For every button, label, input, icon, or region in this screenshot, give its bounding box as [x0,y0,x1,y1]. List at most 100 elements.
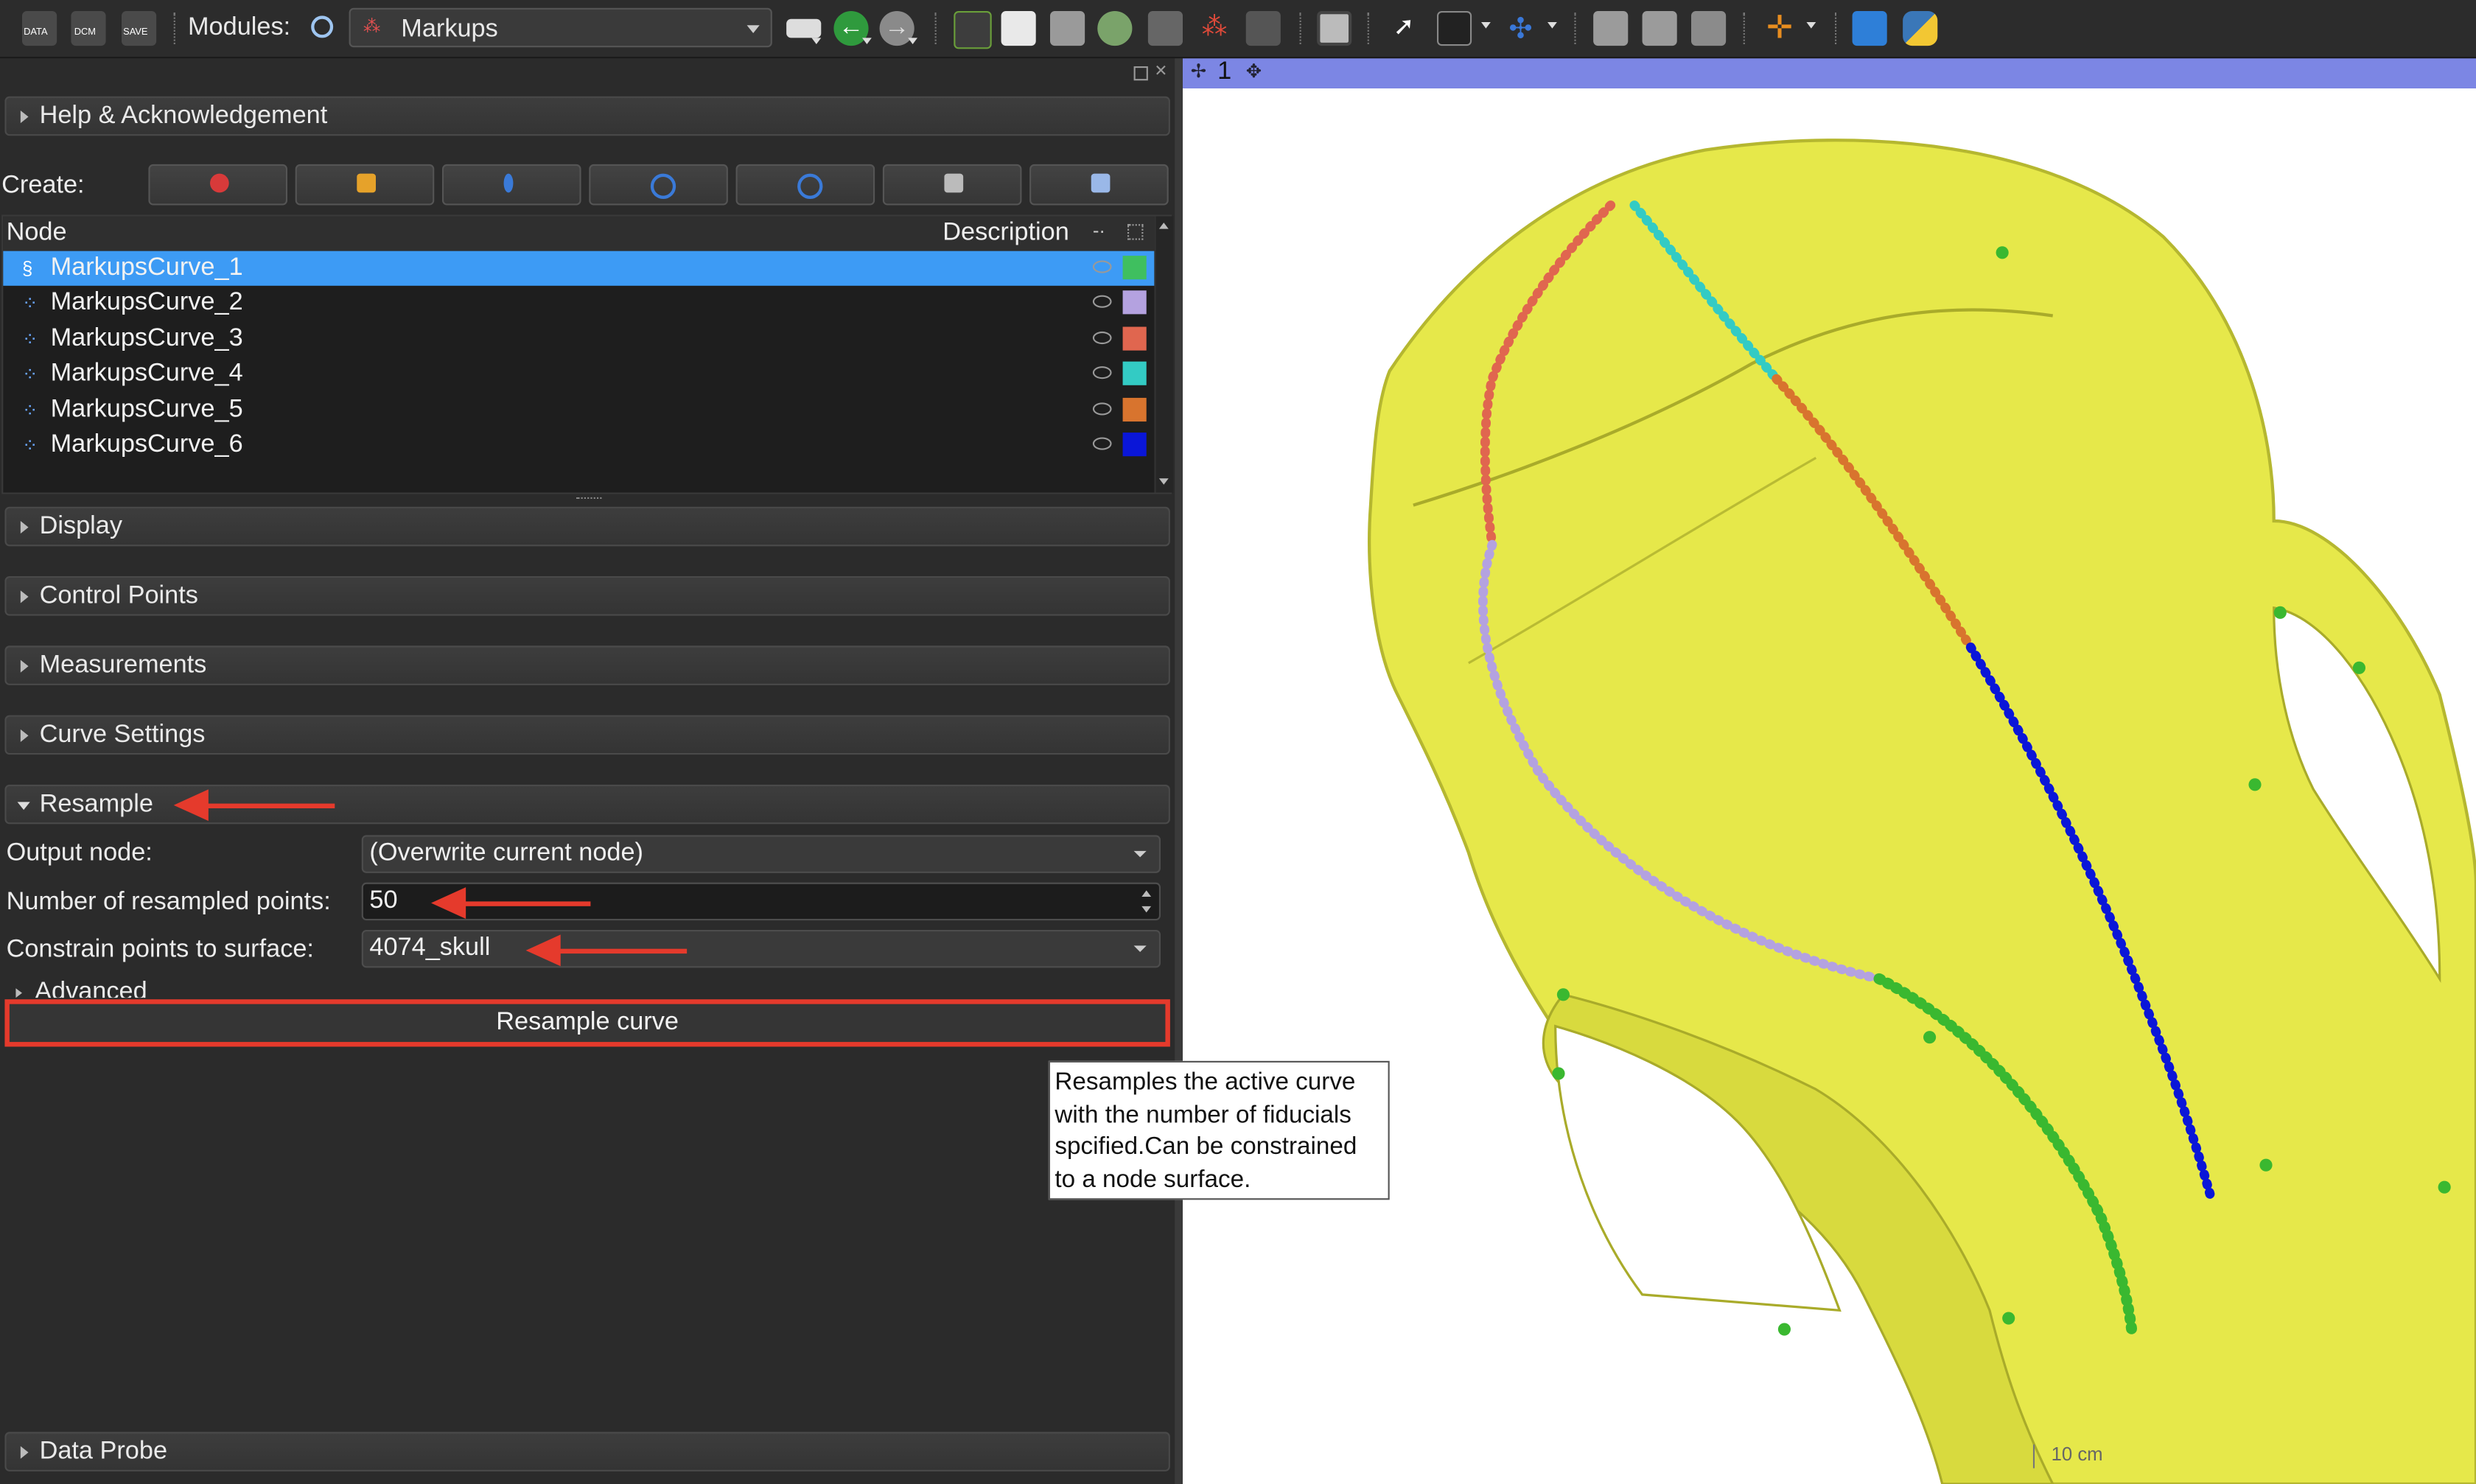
close-icon[interactable]: ✕ [1154,63,1167,81]
output-node-select[interactable]: (Overwrite current node) [361,835,1161,873]
extension-manager-icon[interactable] [1852,10,1887,46]
table-row[interactable]: § MarkupsCurve_1 [3,251,1155,286]
create-angle-button[interactable] [442,164,581,206]
create-roi-button[interactable] [1029,164,1169,206]
undock-icon[interactable] [1133,66,1148,81]
color-swatch[interactable] [1122,256,1147,280]
table-row[interactable]: ⁘ MarkupsCurve_3 [3,322,1154,357]
module-selector[interactable]: ⁂ Markups [349,7,772,48]
chevron-down-icon[interactable] [1806,21,1816,29]
table-row[interactable]: ⁘ MarkupsCurve_2 [3,287,1154,321]
save-icon[interactable]: SAVE [122,10,157,46]
spin-up-icon[interactable] [1141,890,1152,897]
module-list-icon[interactable] [786,18,822,38]
node-table-scrollbar[interactable] [1154,216,1174,493]
pin-icon[interactable]: ✢ [1191,60,1207,82]
chevron-down-icon[interactable] [811,38,822,44]
chevron-down-icon[interactable] [862,38,872,44]
landmark-point [1556,988,1570,1001]
models-module-icon[interactable] [1050,10,1085,46]
create-closed-curve-button[interactable] [735,164,875,206]
color-swatch[interactable] [1122,433,1147,457]
panel-splitter[interactable] [1175,58,1183,1484]
dicom-icon[interactable]: DCM [71,10,106,46]
display-section[interactable]: Display [4,506,1170,547]
table-row[interactable]: ⁘ MarkupsCurve_5 [3,393,1154,427]
table-resize-handle[interactable] [576,497,602,502]
3d-view[interactable]: 10 cm [1183,88,2476,1484]
layout-icon[interactable] [1593,10,1629,46]
resample-curve-button[interactable]: Resample curve [4,999,1170,1047]
chevron-down-icon[interactable] [908,38,917,44]
data-module-icon[interactable] [954,10,992,49]
expand-arrow-icon [20,110,29,124]
color-swatch[interactable] [1122,291,1147,315]
control-points-section[interactable]: Control Points [4,576,1170,616]
eye-icon[interactable] [1092,402,1112,415]
create-point-list-button[interactable] [148,164,287,206]
spin-down-icon[interactable] [1141,906,1152,913]
node-name: MarkupsCurve_5 [50,395,243,423]
color-column-icon[interactable] [1127,224,1144,240]
data-probe-section[interactable]: Data Probe [4,1432,1170,1471]
main-toolbar: DATA DCM SAVE Modules: ⁂ Markups ← → ⁂ ➚… [0,0,2476,59]
eye-icon[interactable] [1092,437,1112,450]
scroll-up-icon[interactable] [1158,223,1169,229]
chevron-down-icon[interactable] [1548,21,1557,29]
measurements-section[interactable]: Measurements [4,645,1170,685]
scene-views-icon[interactable] [1691,10,1727,46]
toolbar-separator [1835,13,1839,44]
curve-icon: ⁘ [22,434,38,457]
create-plane-button[interactable] [882,164,1022,206]
create-line-button[interactable] [295,164,435,206]
volumes-module-icon[interactable] [1001,10,1036,46]
skull-render[interactable] [1183,88,2476,1484]
view-controller-bar[interactable]: ✢ 1 ✥ [1183,58,2476,88]
node-column-header[interactable]: Node [7,220,67,248]
collapse-arrow-icon [17,802,30,811]
help-section[interactable]: Help & Acknowledgement [4,96,1170,136]
constrain-surface-select[interactable]: 4074_skull [361,929,1161,968]
eye-icon[interactable] [1092,331,1112,344]
crosshair-icon[interactable]: ✛ [1762,11,1797,46]
sequences-module-icon[interactable] [1245,10,1281,46]
transforms-module-icon[interactable] [1147,10,1183,46]
curve-icon: ⁘ [22,293,38,315]
eye-icon[interactable] [1092,366,1112,379]
eye-icon[interactable] [1092,295,1112,309]
markups-module-icon[interactable]: ⁂ [1197,11,1231,46]
python-console-icon[interactable] [1903,10,1938,46]
table-row[interactable]: ⁘ MarkupsCurve_4 [3,357,1154,392]
description-column-header[interactable]: Description [943,220,1069,248]
curve-icon: ⁘ [22,328,38,351]
visibility-column-icon[interactable]: -· [1093,220,1105,242]
search-icon[interactable] [311,15,334,38]
create-open-curve-button[interactable] [589,164,728,206]
expand-arrow-icon [15,988,22,998]
window-level-icon[interactable] [1436,10,1472,46]
segment-editor-icon[interactable] [1097,10,1133,46]
eye-icon[interactable] [1092,260,1112,273]
curve-icon: § [22,257,33,280]
color-swatch[interactable] [1122,397,1147,421]
curve-settings-section[interactable]: Curve Settings [4,715,1170,755]
pointer-icon[interactable]: ➚ [1386,11,1421,46]
load-data-icon[interactable]: DATA [22,10,57,46]
help-section-label: Help & Acknowledgement [39,102,328,130]
chevron-down-icon[interactable] [1480,21,1491,29]
plane-icon [944,173,964,193]
view-options-icon[interactable]: ✥ [1246,60,1262,82]
toolbar-separator [934,13,940,44]
scroll-down-icon[interactable] [1158,478,1169,485]
table-row[interactable]: ⁘ MarkupsCurve_6 [3,428,1154,463]
place-markup-icon[interactable]: ✣ [1503,11,1538,46]
color-swatch[interactable] [1122,326,1147,351]
expand-arrow-icon [20,1446,29,1459]
color-swatch[interactable] [1122,362,1147,386]
save-label: SAVE [123,28,148,38]
views-icon[interactable] [1642,10,1677,46]
markups-node-table[interactable]: Node Description -· § MarkupsCurve_1 ⁘ Mark… [1,214,1174,494]
output-node-value: (Overwrite current node) [369,839,643,867]
advanced-section[interactable]: Advanced [4,976,1169,998]
screenshot-icon[interactable] [1317,10,1352,46]
